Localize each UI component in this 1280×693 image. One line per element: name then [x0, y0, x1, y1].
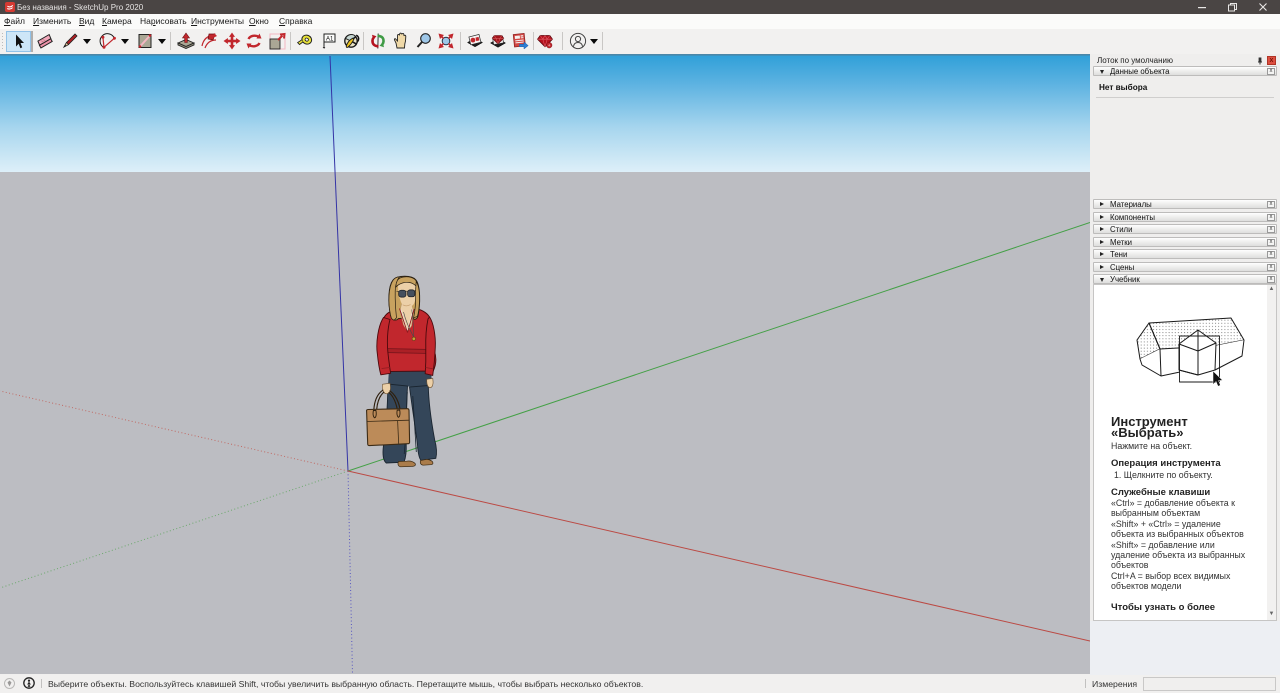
svg-text:A1: A1 — [326, 37, 334, 43]
